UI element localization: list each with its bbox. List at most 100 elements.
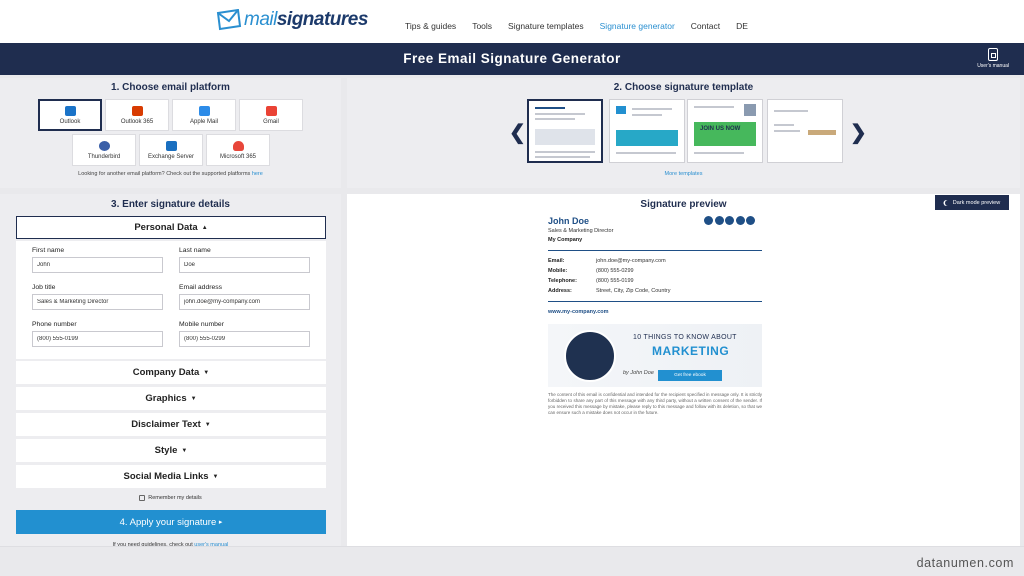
more-templates-link[interactable]: More templates (347, 171, 1020, 177)
personal-data-form: First name Last name Job title Email add… (16, 241, 326, 359)
dark-mode-label: Dark mode preview (952, 199, 1001, 206)
banner-title: MARKETING (652, 344, 730, 358)
manual-book-icon (988, 48, 999, 61)
signature-details-panel: 3. Enter signature details Personal Data… (0, 194, 341, 548)
section-disclaimer-text[interactable]: Disclaimer Text ▼ (16, 413, 326, 436)
platform-label: Outlook 365 (120, 118, 154, 125)
section-label: Graphics (145, 393, 187, 404)
signature-template-panel: 2. Choose signature template ❮ ❯ JOIN US… (347, 78, 1020, 188)
platform-label: Outlook (59, 118, 81, 125)
template-next-arrow[interactable]: ❯ (850, 120, 867, 145)
page-title: Free Email Signature Generator (403, 51, 621, 66)
platform-exchange-server[interactable]: Exchange Server (139, 134, 203, 166)
last-name-label: Last name (179, 247, 211, 254)
signature-preview-panel: Signature preview Dark mode preview John… (347, 194, 1020, 546)
office-365-icon (131, 105, 143, 116)
platform-label: Thunderbird (87, 153, 121, 160)
section-label: Social Media Links (123, 471, 209, 482)
banner-heading: 10 THINGS TO KNOW ABOUT (633, 334, 737, 341)
contact-label: Address: (548, 288, 572, 294)
platform-outlook[interactable]: Outlook (38, 99, 102, 131)
template-thumbnail-3[interactable]: JOIN US NOW (687, 99, 763, 163)
first-name-label: First name (32, 247, 65, 254)
youtube-icon[interactable] (725, 216, 734, 225)
signature-company: My Company (548, 237, 583, 243)
nav-link-signature-generator[interactable]: Signature generator (600, 21, 675, 31)
platform-gmail[interactable]: Gmail (239, 99, 303, 131)
section-style[interactable]: Style ▼ (16, 439, 326, 462)
signature-divider (548, 250, 762, 251)
nav-link-contact[interactable]: Contact (691, 21, 720, 31)
contact-telephone-value: (800) 555-0199 (596, 278, 634, 284)
social-icons (704, 216, 755, 225)
template-thumbnail-1[interactable] (527, 99, 603, 163)
apply-signature-button[interactable]: 4. Apply your signature ▸ (16, 510, 326, 534)
signature-divider (548, 301, 762, 302)
section-social-media-links[interactable]: Social Media Links ▼ (16, 465, 326, 488)
title-bar: Free Email Signature Generator User's ma… (0, 43, 1024, 75)
signature-disclaimer: The content of this email is confidentia… (548, 392, 762, 415)
platform-apple-mail[interactable]: Apple Mail (172, 99, 236, 131)
person-photo (564, 330, 616, 382)
contact-label: Mobile: (548, 268, 568, 274)
platform-label: Microsoft 365 (219, 153, 256, 160)
nav-link-tips[interactable]: Tips & guides (405, 21, 456, 31)
platform-panel-title: 1. Choose email platform (111, 82, 230, 93)
template-thumbnail-2[interactable] (609, 99, 685, 163)
supported-platforms-link[interactable]: here (252, 171, 263, 177)
email-address-input[interactable] (179, 294, 310, 310)
instagram-icon[interactable] (746, 216, 755, 225)
platform-label: Gmail (263, 118, 279, 125)
banner-cta-button[interactable]: Get free ebook (658, 370, 722, 381)
linkedin-icon[interactable] (735, 216, 745, 225)
platform-microsoft-365[interactable]: Microsoft 365 (206, 134, 270, 166)
mobile-number-input[interactable] (179, 331, 310, 347)
contact-address-value: Street, City, Zip Code, Country (596, 288, 671, 294)
job-title-input[interactable] (32, 294, 163, 310)
contact-mobile-value: (800) 555-0299 (596, 268, 634, 274)
section-personal-data[interactable]: Personal Data ▲ (16, 216, 326, 239)
preview-panel-title: Signature preview (640, 199, 727, 210)
banner-signature: by John Doe (623, 370, 654, 376)
users-manual-button[interactable]: User's manual (977, 48, 1009, 69)
platform-outlook-365[interactable]: Outlook 365 (105, 99, 169, 131)
section-label: Disclaimer Text (131, 419, 201, 430)
caret-down-icon: ▼ (203, 369, 210, 376)
x-twitter-icon[interactable] (714, 216, 724, 225)
platform-thunderbird[interactable]: Thunderbird (72, 134, 136, 166)
phone-number-input[interactable] (32, 331, 163, 347)
nav-link-signature-templates[interactable]: Signature templates (508, 21, 584, 31)
apple-mail-icon (198, 105, 210, 116)
contact-row: Email: john.doe@my-company.com (548, 258, 666, 264)
platform-note: Looking for another email platform? Chec… (0, 171, 341, 177)
contact-label: Telephone: (548, 278, 577, 284)
contact-email-value[interactable]: john.doe@my-company.com (596, 258, 666, 264)
first-name-input[interactable] (32, 257, 163, 273)
remember-checkbox[interactable] (139, 495, 146, 501)
remember-label: Remember my details (148, 495, 202, 501)
signature-website-link[interactable]: www.my-company.com (548, 309, 609, 315)
facebook-icon[interactable] (704, 216, 713, 225)
section-label: Personal Data (134, 222, 198, 233)
signature-role: Sales & Marketing Director (548, 228, 614, 234)
outlook-icon (64, 105, 76, 116)
dark-mode-preview-button[interactable]: Dark mode preview (935, 195, 1009, 210)
top-navigation: mailsignatures Tips & guides Tools Signa… (0, 0, 1024, 43)
template-thumbnail-4[interactable] (767, 99, 843, 163)
last-name-input[interactable] (179, 257, 310, 273)
gmail-icon (265, 105, 277, 116)
caret-down-icon: ▼ (190, 395, 197, 402)
logo[interactable]: mailsignatures (216, 9, 368, 31)
section-label: Company Data (132, 367, 200, 378)
nav-link-tools[interactable]: Tools (472, 21, 492, 31)
section-company-data[interactable]: Company Data ▼ (16, 361, 326, 384)
template-banner-text: JOIN US NOW (700, 126, 741, 132)
section-graphics[interactable]: Graphics ▼ (16, 387, 326, 410)
logo-text: mailsignatures (244, 9, 368, 30)
template-prev-arrow[interactable]: ❮ (509, 120, 526, 145)
language-switch-de[interactable]: DE (736, 21, 748, 31)
signature-banner[interactable]: 10 THINGS TO KNOW ABOUT MARKETING by Joh… (548, 324, 762, 387)
section-label: Style (154, 445, 178, 456)
moon-icon (945, 200, 951, 206)
email-platform-panel: 1. Choose email platform Outlook Outlook… (0, 78, 341, 188)
